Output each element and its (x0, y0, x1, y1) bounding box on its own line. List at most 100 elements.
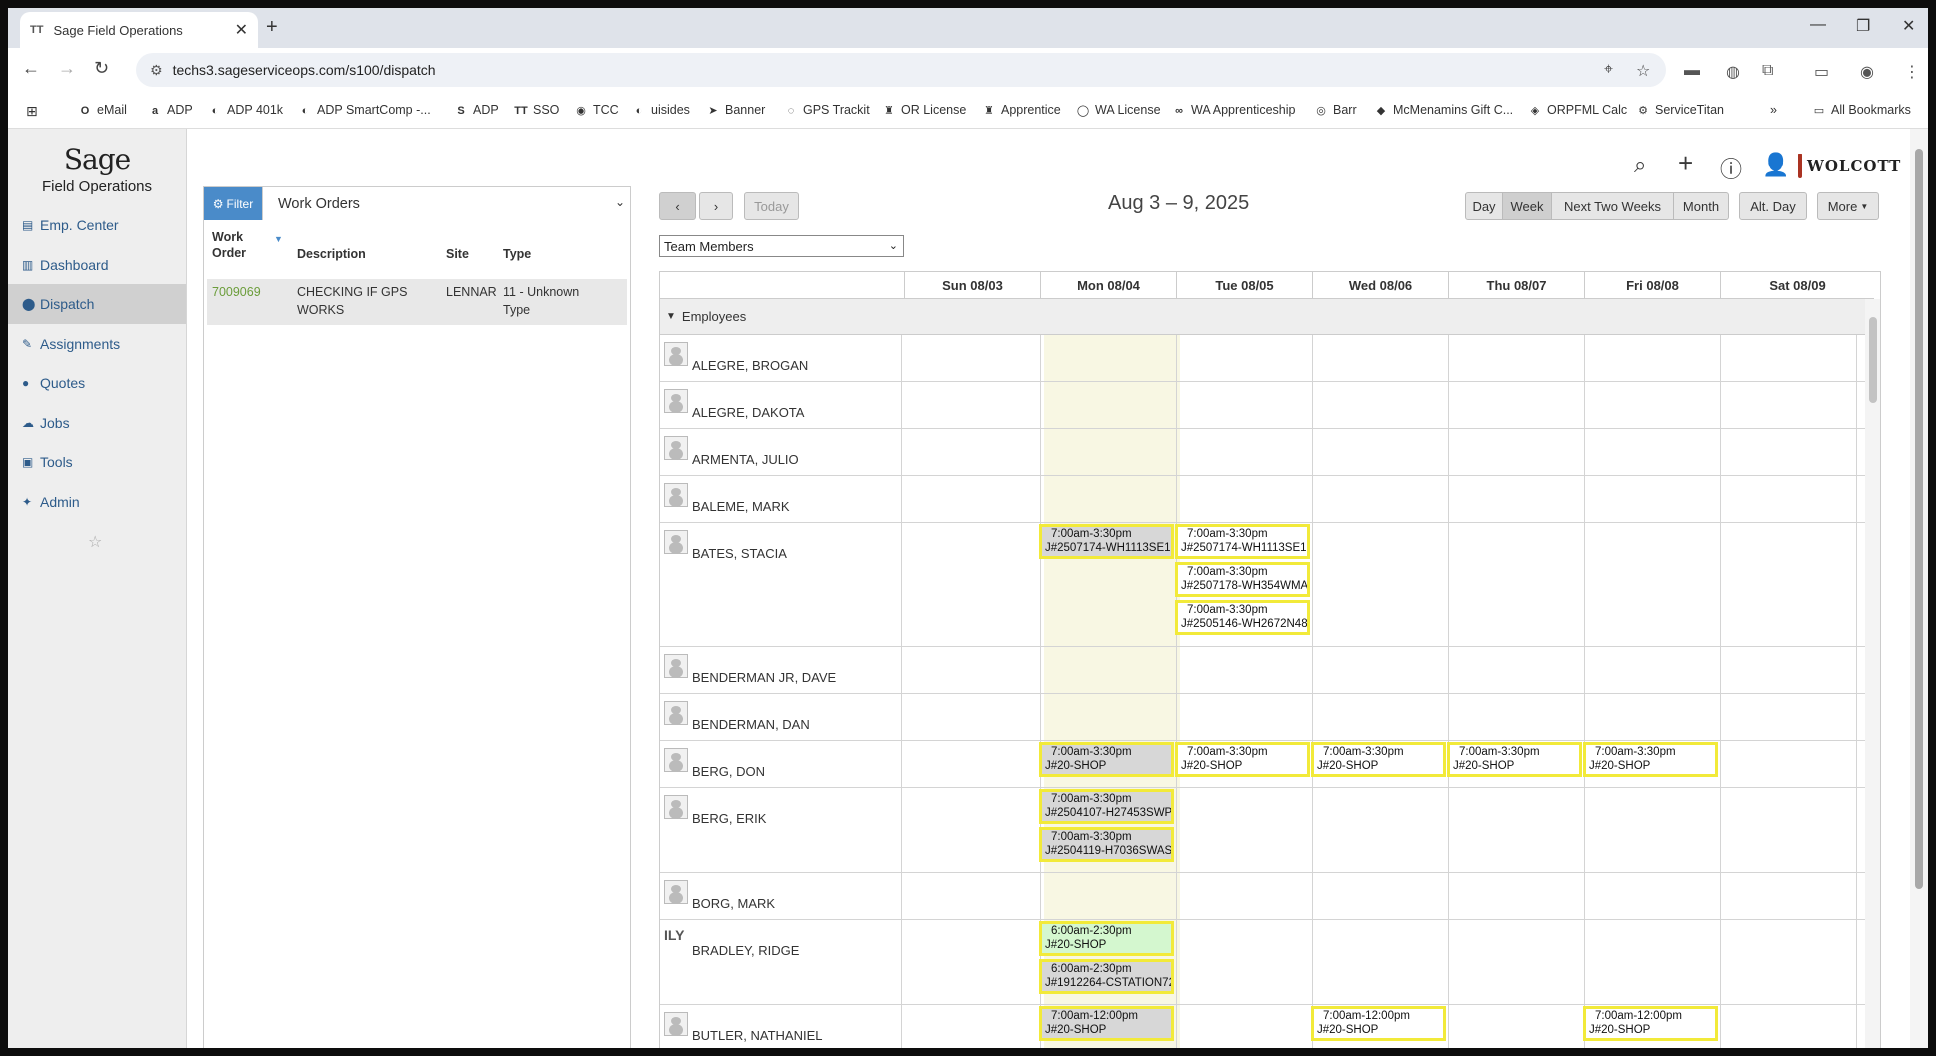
sidebar-item-tools[interactable]: ▣ Tools (8, 442, 186, 482)
sidebar-item-jobs[interactable]: ☁ Jobs (8, 403, 186, 443)
favorite-star-icon[interactable]: ☆ (88, 532, 102, 552)
employee-row-label[interactable]: BERG, ERIK (664, 795, 900, 826)
sidebar-item-admin[interactable]: ✦ Admin (8, 482, 186, 522)
table-row[interactable]: 7009069 CHECKING IF GPS WORKS LENNAR 11 … (207, 279, 627, 325)
browser-tab[interactable]: TT Sage Field Operations ✕ (20, 12, 258, 48)
view-month-button[interactable]: Month (1673, 192, 1729, 220)
dispatch-event[interactable]: 7:00am-3:30pm J#20-SHOP (1447, 742, 1582, 777)
employee-row-label[interactable]: ALEGRE, BROGAN (664, 342, 900, 373)
calendar-scroll-thumb[interactable] (1869, 317, 1877, 403)
bookmark-item[interactable]: ◎ Barr (1314, 103, 1356, 117)
dispatch-event[interactable]: 7:00am-3:30pm J#2507178-WH354WMAP (1175, 562, 1310, 597)
wallet-icon[interactable]: ▬ (1684, 62, 1700, 80)
menu-icon[interactable]: ⋮ (1904, 62, 1920, 82)
bookmark-item[interactable]: ∞ WA Apprenticeship (1172, 103, 1295, 117)
bookmark-item[interactable]: ◌ GPS Trackit (784, 103, 870, 117)
page-scroll-thumb[interactable] (1915, 149, 1923, 889)
user-icon[interactable]: 👤 (1762, 152, 1789, 178)
sidebar-item-quotes[interactable]: ● Quotes (8, 363, 186, 403)
sage-logo[interactable]: Sage Field Operations (8, 129, 186, 195)
dispatch-event[interactable]: 7:00am-12:00pm J#20-SHOP (1583, 1006, 1718, 1041)
col-type[interactable]: Type (503, 246, 531, 262)
employee-row-label[interactable]: ILY BRADLEY, RIDGE (664, 927, 900, 958)
day-header[interactable]: Sun 08/03 (904, 272, 1040, 299)
work-order-link[interactable]: 7009069 (212, 284, 261, 301)
bookmark-item[interactable]: ◐ ADP SmartComp -... (298, 103, 431, 117)
bookmark-item[interactable]: ◉ TCC (574, 103, 619, 117)
bookmark-item[interactable]: ♜ OR License (882, 103, 966, 117)
page-scrollbar[interactable] (1910, 129, 1928, 1048)
sidebar-item-dashboard[interactable]: ▥ Dashboard (8, 245, 186, 285)
site-info-icon[interactable]: ⚙ (150, 62, 163, 79)
bookmark-item[interactable]: OeMail (78, 103, 127, 117)
more-button[interactable]: More ▼ (1817, 192, 1879, 220)
dispatch-event[interactable]: 7:00am-3:30pm J#20-SHOP (1039, 742, 1174, 777)
cast-icon[interactable]: ▭ (1814, 62, 1829, 82)
prev-week-button[interactable]: ‹ (659, 192, 696, 220)
next-week-button[interactable]: › (699, 192, 733, 220)
location-icon[interactable]: ⌖ (1604, 61, 1613, 79)
dispatch-event[interactable]: 6:00am-2:30pm J#1912264-CSTATION72 (1039, 959, 1174, 994)
extension-cookie-icon[interactable]: ◍ (1726, 62, 1740, 82)
close-tab-icon[interactable]: ✕ (235, 20, 248, 40)
bookmark-item[interactable]: ◆ McMenamins Gift C... (1374, 103, 1513, 117)
bookmark-item[interactable]: ◯ WA License (1076, 103, 1161, 117)
apps-grid-icon[interactable]: ⊞ (26, 103, 38, 120)
dispatch-event[interactable]: 7:00am-3:30pm J#2504107-H27453SWPO (1039, 789, 1174, 824)
dispatch-event[interactable]: 7:00am-3:30pm J#2504119-H7036SWASPE (1039, 827, 1174, 862)
employee-row-label[interactable]: BALEME, MARK (664, 483, 900, 514)
employee-row-label[interactable]: BENDERMAN, DAN (664, 701, 900, 732)
employee-row-label[interactable]: ARMENTA, JULIO (664, 436, 900, 467)
dispatch-event[interactable]: 7:00am-3:30pm J#2507174-WH1113SE193 (1039, 524, 1174, 559)
employee-row-label[interactable]: BUTLER, NATHANIEL (664, 1012, 900, 1043)
dispatch-event[interactable]: 7:00am-3:30pm J#20-SHOP (1583, 742, 1718, 777)
bookmark-item[interactable]: ◈ ORPFML Calc (1528, 103, 1627, 117)
dispatch-event[interactable]: 7:00am-3:30pm J#20-SHOP (1175, 742, 1310, 777)
forward-icon[interactable]: → (58, 58, 76, 79)
employee-row-label[interactable]: BORG, MARK (664, 880, 900, 911)
day-header[interactable]: Fri 08/08 (1584, 272, 1720, 299)
back-icon[interactable]: ← (22, 58, 40, 79)
bookmark-star-icon[interactable]: ☆ (1636, 61, 1650, 81)
day-header[interactable]: Tue 08/05 (1176, 272, 1312, 299)
add-icon[interactable]: + (1678, 148, 1693, 179)
dispatch-event[interactable]: 7:00am-3:30pm J#20-SHOP (1311, 742, 1446, 777)
dispatch-event[interactable]: 7:00am-3:30pm J#2505146-WH2672N48A (1175, 600, 1310, 635)
day-header[interactable]: Thu 08/07 (1448, 272, 1584, 299)
all-bookmarks[interactable]: ▭ All Bookmarks (1812, 103, 1911, 117)
view-day-button[interactable]: Day (1465, 192, 1503, 220)
employee-row-label[interactable]: BATES, STACIA (664, 530, 900, 561)
bookmark-item[interactable]: ◐ uisides (632, 103, 690, 117)
profile-icon[interactable]: ◉ (1860, 62, 1874, 82)
filter-button[interactable]: ⚙ Filter (204, 187, 262, 220)
dispatch-event[interactable]: 7:00am-12:00pm J#20-SHOP (1039, 1006, 1174, 1041)
extensions-icon[interactable]: ⧉ (1762, 62, 1773, 80)
minimize-icon[interactable]: — (1810, 16, 1826, 34)
team-members-select[interactable]: Team Members ⌄ (659, 235, 904, 257)
col-description[interactable]: Description (297, 246, 366, 262)
bookmark-item[interactable]: ♜ Apprentice (982, 103, 1061, 117)
collapse-triangle-icon[interactable]: ▼ (666, 311, 676, 322)
col-site[interactable]: Site (446, 246, 469, 262)
view-week-button[interactable]: Week (1502, 192, 1552, 220)
dispatch-event[interactable]: 7:00am-12:00pm J#20-SHOP (1311, 1006, 1446, 1041)
sort-icon[interactable]: ▼ (274, 231, 283, 247)
dispatch-event[interactable]: 7:00am-3:30pm J#2507174-WH1113SE193 (1175, 524, 1310, 559)
work-orders-select[interactable]: Work Orders ⌄ (262, 187, 631, 220)
day-header[interactable]: Sat 08/09 (1720, 272, 1874, 299)
employee-row-label[interactable]: ALEGRE, DAKOTA (664, 389, 900, 420)
new-tab-icon[interactable]: + (266, 16, 278, 39)
employee-row-label[interactable]: BERG, DON (664, 748, 900, 779)
url-field[interactable]: ⚙ techs3.sageserviceops.com/s100/dispatc… (136, 53, 1666, 87)
col-work-order[interactable]: Work Order (212, 229, 246, 261)
today-button[interactable]: Today (744, 192, 799, 220)
bookmark-item[interactable]: ◐ ADP 401k (208, 103, 283, 117)
bookmark-item[interactable]: ➤ Banner (706, 103, 765, 117)
bookmark-item[interactable]: TT SSO (514, 103, 559, 117)
sidebar-item-emp-center[interactable]: ▤ Emp. Center (8, 205, 186, 245)
employee-row-label[interactable]: BENDERMAN JR, DAVE (664, 654, 900, 685)
employees-group-header[interactable]: ▼ Employees (660, 299, 1865, 335)
day-header[interactable]: Mon 08/04 (1040, 272, 1176, 299)
search-icon[interactable]: ⌕ (1634, 152, 1646, 178)
window-close-icon[interactable]: ✕ (1902, 16, 1915, 36)
